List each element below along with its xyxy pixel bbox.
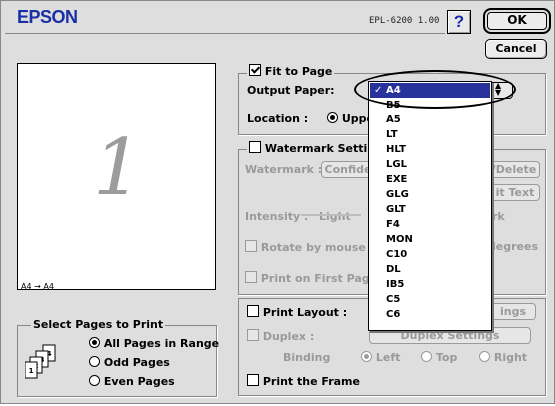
rotate-checkbox[interactable] bbox=[245, 240, 257, 252]
location-option[interactable]: Uppe bbox=[327, 112, 374, 125]
intensity-slider[interactable] bbox=[301, 214, 361, 216]
paper-size-menu-item[interactable]: GLT bbox=[386, 202, 406, 217]
intensity-light-label: Light bbox=[319, 210, 351, 223]
paper-size-menu-item[interactable]: IB5 bbox=[386, 277, 404, 292]
paper-size-menu-item[interactable]: F4 bbox=[386, 217, 400, 232]
first-page-checkbox[interactable] bbox=[245, 271, 257, 283]
even-pages-radio[interactable] bbox=[89, 375, 100, 386]
paper-size-menu-item[interactable]: A5 bbox=[386, 112, 401, 127]
layout-settings-label: ings bbox=[499, 305, 527, 318]
intensity-label: Intensity : bbox=[245, 210, 309, 223]
all-pages-label: All Pages in Range bbox=[103, 337, 220, 350]
paper-size-menu-item[interactable]: DL bbox=[386, 262, 401, 277]
fit-to-page-checkbox[interactable] bbox=[249, 64, 261, 76]
print-options-dialog: EPSON EPL-6200 1.00 ? OK Cancel 1 A4 → A… bbox=[0, 0, 555, 404]
paper-size-menu-item[interactable]: C6 bbox=[386, 307, 400, 322]
print-frame-option[interactable]: Print the Frame bbox=[247, 374, 360, 388]
duplex-checkbox[interactable] bbox=[247, 329, 259, 341]
print-layout-label: Print Layout : bbox=[262, 306, 348, 319]
print-frame-label: Print the Frame bbox=[262, 375, 360, 388]
duplex-label: Duplex : bbox=[262, 330, 315, 343]
help-button[interactable]: ? bbox=[447, 10, 471, 34]
binding-right-option[interactable]: Right bbox=[479, 351, 527, 364]
binding-left-radio[interactable] bbox=[361, 351, 372, 362]
output-paper-label: Output Paper: bbox=[247, 84, 335, 97]
paper-size-menu-item[interactable]: EXE bbox=[386, 172, 407, 187]
paper-size-menu-item[interactable]: LGL bbox=[386, 157, 407, 172]
pages-stack-icon: 4 3 2 1 bbox=[24, 343, 67, 382]
watermark-option[interactable]: Watermark Settin bbox=[247, 141, 378, 155]
ok-button[interactable]: OK bbox=[483, 8, 551, 34]
paper-size-menu-item[interactable]: LT bbox=[386, 127, 398, 142]
odd-pages-option[interactable]: Odd Pages bbox=[89, 356, 170, 369]
binding-left-label: Left bbox=[375, 351, 401, 364]
watermark-value: Confide bbox=[324, 163, 372, 176]
add-delete-button[interactable]: /Delete bbox=[489, 161, 540, 178]
binding-top-label: Top bbox=[435, 351, 458, 364]
header-divider bbox=[5, 33, 445, 34]
paper-size-menu-item[interactable]: C10 bbox=[386, 247, 407, 262]
odd-pages-radio[interactable] bbox=[89, 356, 100, 367]
add-delete-label: /Delete bbox=[491, 163, 537, 176]
layout-settings-button[interactable]: ings bbox=[491, 303, 536, 320]
binding-left-option[interactable]: Left bbox=[361, 351, 400, 364]
model-version: EPL-6200 1.00 bbox=[369, 16, 440, 26]
binding-label: Binding bbox=[283, 351, 331, 364]
watermark-checkbox[interactable] bbox=[249, 141, 261, 153]
all-pages-radio[interactable] bbox=[89, 337, 100, 348]
svg-text:1: 1 bbox=[29, 367, 34, 375]
binding-right-radio[interactable] bbox=[479, 351, 490, 362]
duplex-option[interactable]: Duplex : bbox=[247, 329, 314, 343]
odd-pages-label: Odd Pages bbox=[103, 356, 170, 369]
paper-size-menu-item[interactable]: C5 bbox=[386, 292, 400, 307]
fit-to-page-option[interactable]: Fit to Page bbox=[247, 64, 335, 78]
watermark-settings-label: Watermark Settin bbox=[264, 142, 376, 155]
paper-size-menu-item[interactable]: GLG bbox=[386, 187, 409, 202]
paper-size-menu-item[interactable]: HLT bbox=[386, 142, 406, 157]
even-pages-label: Even Pages bbox=[103, 375, 175, 388]
select-pages-title: Select Pages to Print bbox=[31, 318, 166, 331]
watermark-select[interactable]: Confide bbox=[321, 161, 375, 178]
binding-right-label: Right bbox=[493, 351, 528, 364]
first-page-option[interactable]: Print on First Page bbox=[245, 271, 377, 285]
epson-logo: EPSON bbox=[17, 7, 78, 27]
binding-top-radio[interactable] bbox=[421, 351, 432, 362]
rotate-unit: legrees bbox=[492, 240, 538, 253]
paper-size-menu-item[interactable]: MON bbox=[386, 232, 413, 247]
rotate-option[interactable]: Rotate by mouse bbox=[245, 240, 366, 254]
binding-top-option[interactable]: Top bbox=[421, 351, 457, 364]
paper-size-menu[interactable]: ✓ A4 B5 A5 LT HLT LGL EXE GLG GLT F4 MON… bbox=[368, 81, 492, 331]
even-pages-option[interactable]: Even Pages bbox=[89, 375, 175, 388]
all-pages-option[interactable]: All Pages in Range bbox=[89, 337, 219, 350]
highlight-oval bbox=[354, 70, 516, 109]
rotate-label: Rotate by mouse bbox=[260, 241, 366, 254]
print-layout-option[interactable]: Print Layout : bbox=[247, 305, 347, 319]
fit-to-page-label: Fit to Page bbox=[264, 65, 333, 78]
print-layout-checkbox[interactable] bbox=[247, 305, 259, 317]
paper-size-caption: A4 → A4 bbox=[21, 282, 54, 291]
edit-text-button[interactable]: it Text bbox=[491, 184, 540, 201]
first-page-label: Print on First Page bbox=[260, 272, 378, 285]
cancel-button[interactable]: Cancel bbox=[485, 39, 547, 59]
edit-text-label: it Text bbox=[495, 186, 535, 199]
print-frame-checkbox[interactable] bbox=[247, 374, 259, 386]
intensity-dark-label: rk bbox=[492, 210, 505, 223]
location-radio[interactable] bbox=[327, 112, 338, 123]
preview-page-number: 1 bbox=[93, 123, 143, 213]
watermark-label: Watermark : bbox=[245, 163, 323, 176]
location-label: Location : bbox=[247, 112, 309, 125]
